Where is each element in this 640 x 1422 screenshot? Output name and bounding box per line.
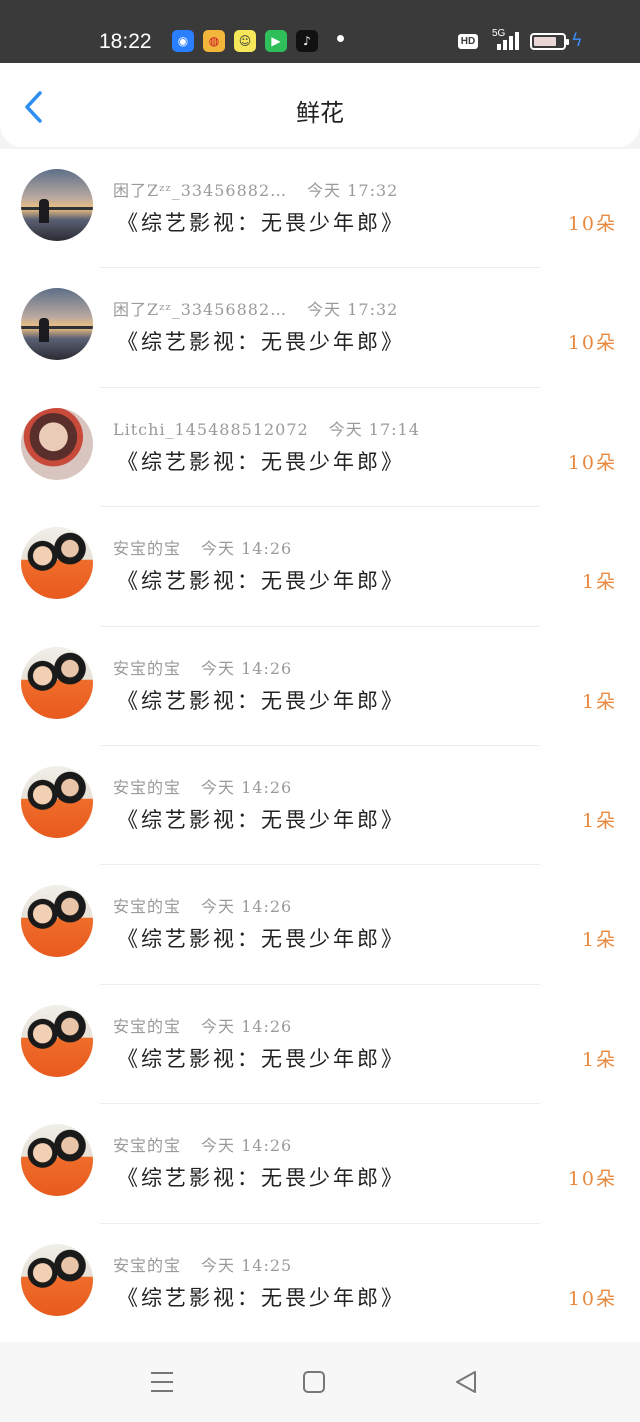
list-item[interactable]: 安宝的宝 今天 14:25 《综艺影视：无畏少年郎》 10朵 (0, 1224, 640, 1343)
flower-count: 10朵 (567, 332, 617, 355)
list-item[interactable]: 安宝的宝 今天 14:26 《综艺影视：无畏少年郎》 1朵 (0, 507, 640, 627)
user-name: 安宝的宝 (113, 1016, 182, 1036)
charging-icon: ϟ (571, 30, 583, 51)
list-item[interactable]: Litchi_145488512072 今天 17:14 《综艺影视：无畏少年郎》… (0, 388, 640, 508)
user-name: 安宝的宝 (113, 778, 182, 797)
show-name: 《综艺影视：无畏少年郎》 (117, 449, 405, 474)
user-name: 困了Zᶻᶻ_33456882… (113, 300, 288, 320)
list-item[interactable]: 安宝的宝 今天 14:26 《综艺影视：无畏少年郎》 1朵 (0, 985, 640, 1105)
home-button[interactable] (294, 1368, 334, 1398)
show-name: 《综艺影视：无畏少年郎》 (117, 211, 405, 235)
signal-icon (497, 32, 521, 50)
show-name: 《综艺影视：无畏少年郎》 (117, 688, 405, 713)
show-name: 《综艺影视：无畏少年郎》 (117, 927, 405, 952)
browser-icon: ◉ (172, 30, 194, 52)
flower-count: 10朵 (567, 1168, 617, 1191)
avatar (21, 1124, 93, 1197)
list-item[interactable]: 安宝的宝 今天 14:26 《综艺影视：无畏少年郎》 1朵 (0, 627, 640, 746)
status-time: 18:22 (99, 30, 152, 53)
avatar (21, 169, 93, 241)
menu-icon (151, 1372, 173, 1392)
more-notifications-dot (337, 35, 344, 42)
gift-time: 今天 14:26 (201, 778, 293, 797)
gift-time: 今天 14:26 (201, 539, 293, 559)
list-item[interactable]: 安宝的宝 今天 14:26 《综艺影视：无畏少年郎》 1朵 (0, 746, 640, 866)
gift-time: 今天 14:26 (201, 658, 293, 678)
user-name: 困了Zᶻᶻ_33456882… (113, 181, 288, 200)
chat-app-icon: ☺ (234, 30, 256, 52)
video-play-icon: ▶ (265, 30, 287, 52)
weibo-icon: ◍ (203, 30, 225, 52)
tiktok-icon: ♪ (296, 30, 318, 52)
list-item[interactable]: 困了Zᶻᶻ_33456882… 今天 17:32 《综艺影视：无畏少年郎》 10朵 (0, 149, 640, 269)
status-bar: 18:22 ◉ ◍ ☺ ▶ ♪ HD 5G ϟ (0, 0, 640, 63)
gift-time: 今天 14:26 (201, 1016, 293, 1036)
list-item[interactable]: 困了Zᶻᶻ_33456882… 今天 17:32 《综艺影视：无畏少年郎》 10朵 (0, 268, 640, 388)
user-name: 安宝的宝 (113, 539, 182, 559)
user-name: 安宝的宝 (113, 1136, 182, 1156)
page-title: 鲜花 (296, 99, 344, 127)
system-nav-bar (0, 1342, 640, 1422)
gift-time: 今天 14:26 (201, 1136, 293, 1156)
list-item[interactable]: 安宝的宝 今天 14:26 《综艺影视：无畏少年郎》 1朵 (0, 865, 640, 985)
flower-count: 10朵 (567, 451, 617, 474)
page-header: 鲜花 (0, 63, 640, 147)
avatar (21, 1243, 93, 1316)
gift-time: 今天 17:32 (307, 181, 399, 200)
user-name: Litchi_145488512072 (113, 419, 309, 439)
avatar (21, 646, 93, 719)
avatar (21, 766, 93, 838)
recent-apps-button[interactable] (142, 1368, 182, 1398)
notification-icons: ◉ ◍ ☺ ▶ ♪ (172, 30, 318, 52)
show-name: 《综艺影视：无畏少年郎》 (117, 569, 405, 594)
flower-count: 1朵 (581, 571, 617, 594)
avatar (21, 1004, 93, 1077)
gift-time: 今天 14:26 (201, 897, 293, 917)
gift-time: 今天 14:25 (201, 1255, 293, 1275)
avatar (21, 288, 93, 361)
home-square-icon (303, 1371, 325, 1393)
flower-count: 10朵 (567, 1287, 617, 1310)
show-name: 《综艺影视：无畏少年郎》 (117, 1285, 405, 1310)
user-name: 安宝的宝 (113, 897, 182, 917)
show-name: 《综艺影视：无畏少年郎》 (117, 1046, 405, 1071)
flower-count: 1朵 (581, 690, 617, 713)
back-triangle-icon (456, 1371, 476, 1393)
gift-time: 今天 17:14 (328, 419, 420, 439)
show-name: 《综艺影视：无畏少年郎》 (117, 330, 405, 355)
flower-count: 1朵 (581, 810, 617, 832)
avatar (21, 527, 93, 600)
hd-badge: HD (458, 34, 478, 49)
flower-count: 10朵 (567, 213, 617, 235)
list-item[interactable]: 安宝的宝 今天 14:26 《综艺影视：无畏少年郎》 10朵 (0, 1104, 640, 1224)
gift-time: 今天 17:32 (307, 300, 399, 320)
user-name: 安宝的宝 (113, 658, 182, 678)
avatar (21, 407, 93, 480)
flower-count: 1朵 (581, 1048, 617, 1071)
flower-record-list: 困了Zᶻᶻ_33456882… 今天 17:32 《综艺影视：无畏少年郎》 10朵… (0, 149, 640, 1342)
avatar (21, 885, 93, 958)
show-name: 《综艺影视：无畏少年郎》 (117, 1166, 405, 1191)
show-name: 《综艺影视：无畏少年郎》 (117, 808, 405, 832)
system-back-button[interactable] (447, 1368, 487, 1398)
flower-count: 1朵 (581, 929, 617, 952)
battery-icon (530, 33, 569, 50)
user-name: 安宝的宝 (113, 1255, 182, 1275)
